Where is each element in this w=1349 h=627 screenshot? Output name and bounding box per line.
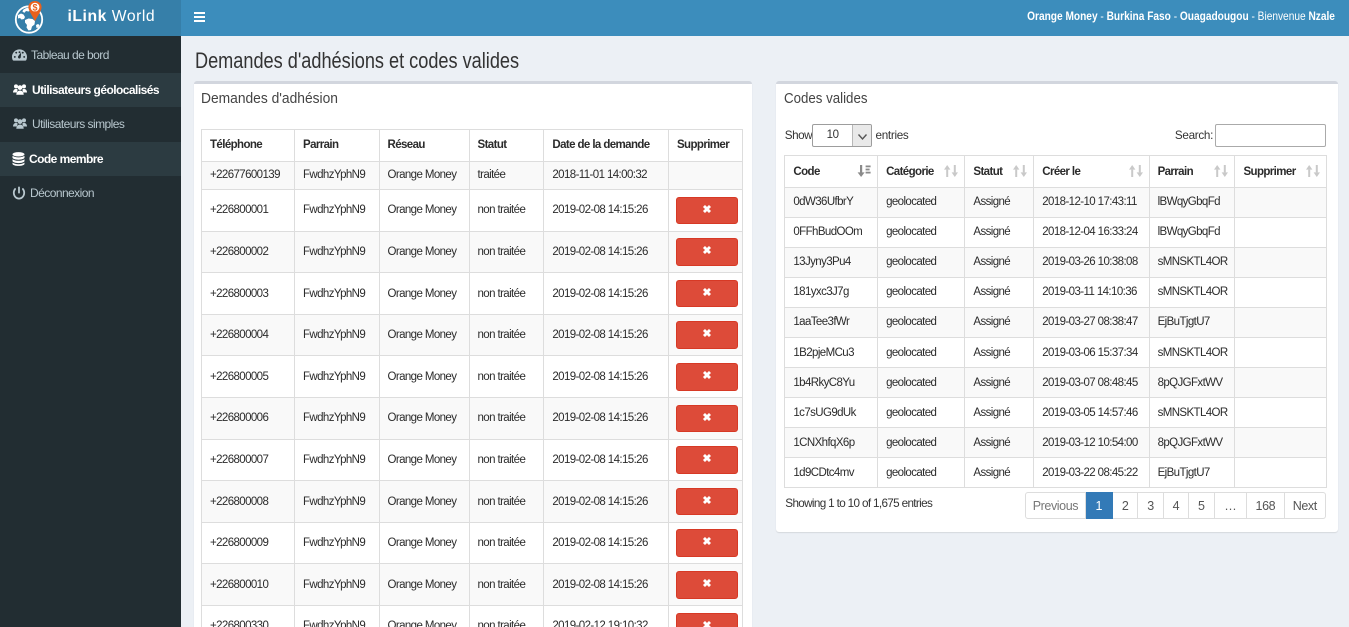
svg-text:$: $ xyxy=(32,2,37,12)
